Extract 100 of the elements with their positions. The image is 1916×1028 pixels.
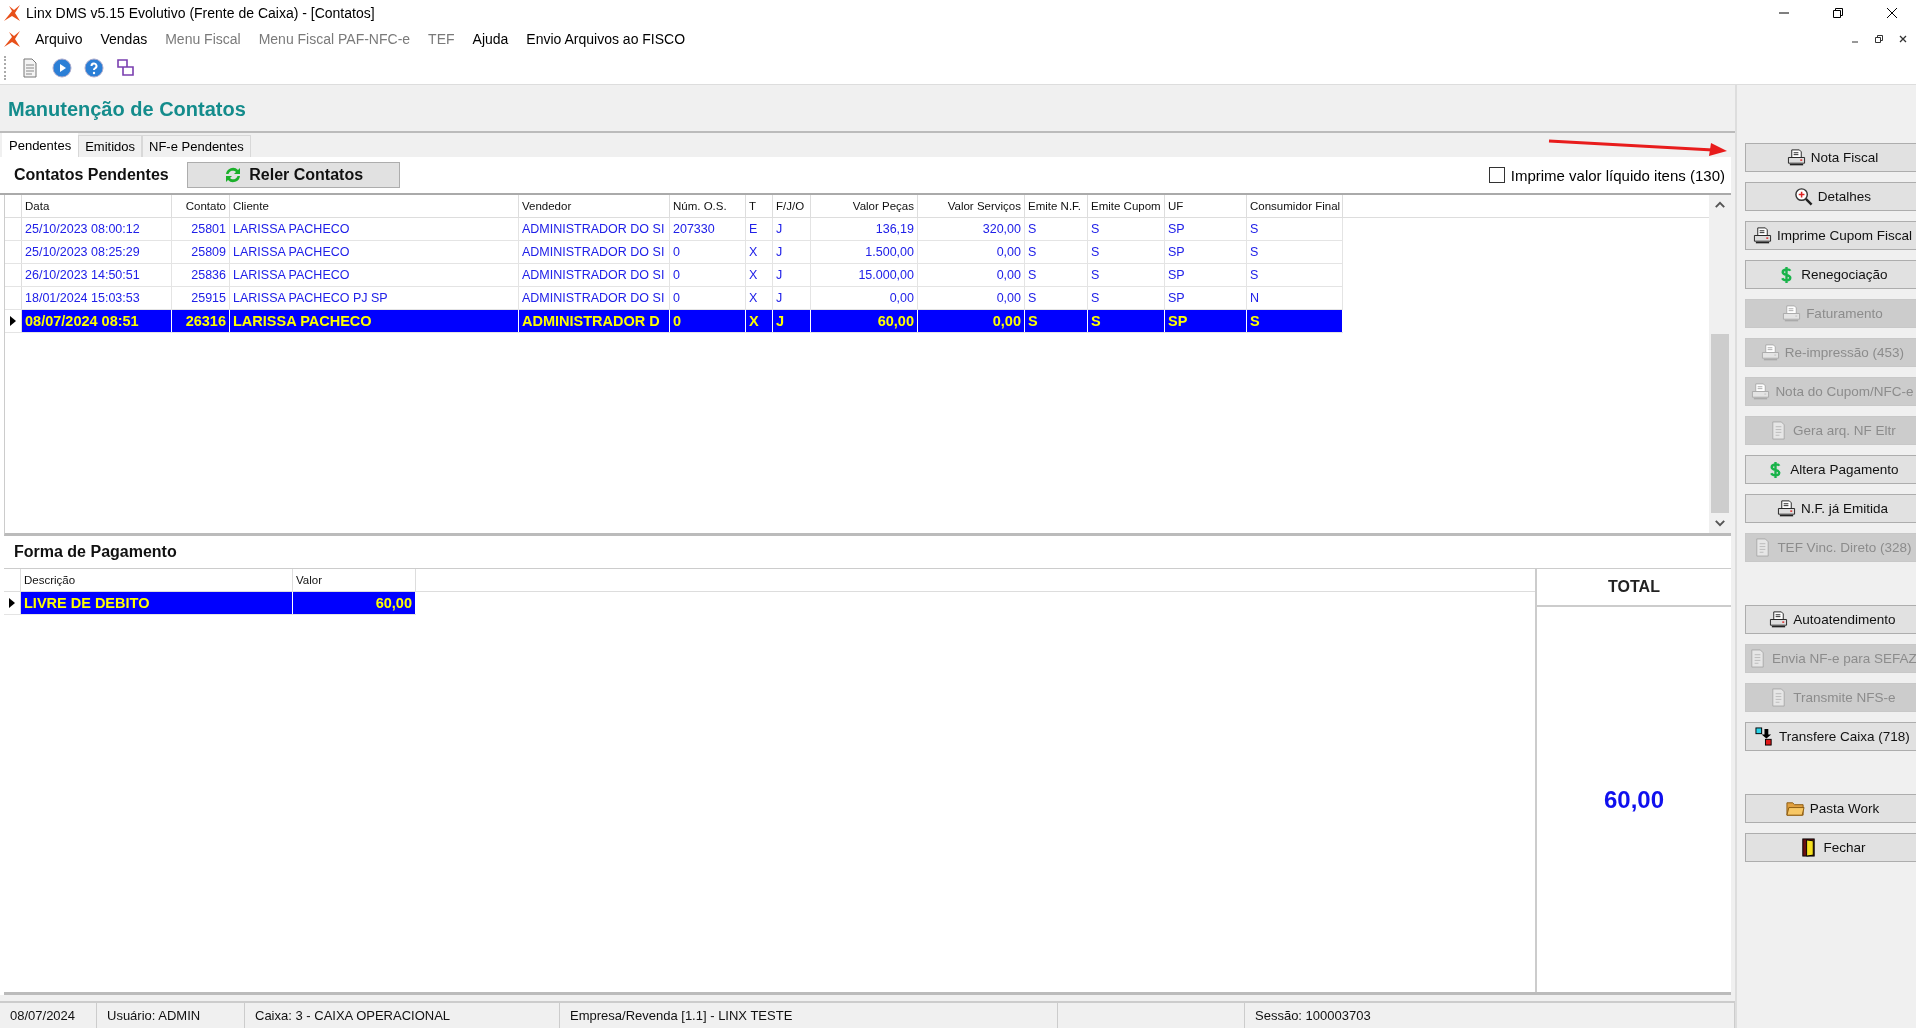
table-cell: S	[1247, 264, 1343, 286]
menu-item[interactable]: Vendas	[100, 31, 148, 47]
table-cell: 320,00	[918, 218, 1025, 240]
play-icon[interactable]	[52, 58, 72, 78]
table-cell: 25/10/2023 08:25:29	[22, 241, 172, 263]
table-cell: ADMINISTRADOR DO SI	[519, 218, 670, 240]
column-header[interactable]: Descrição	[21, 569, 293, 591]
app-logo-icon	[2, 3, 22, 23]
row-pointer-icon	[9, 598, 15, 608]
printer-icon	[1782, 304, 1802, 323]
section-title: Forma de Pagamento	[14, 543, 177, 561]
column-header[interactable]: Valor	[293, 569, 416, 591]
table-cell: J	[773, 241, 811, 263]
status-text: Usuário: ADMIN	[107, 1008, 201, 1023]
tab[interactable]: Pendentes	[2, 133, 79, 157]
table-row[interactable]: LIVRE DE DEBITO 60,00	[4, 592, 416, 615]
reload-button[interactable]: Reler Contatos	[186, 162, 400, 188]
restore-icon[interactable]	[1874, 34, 1884, 44]
column-header[interactable]: Valor Serviços	[918, 195, 1025, 217]
action-button[interactable]: Renegociação	[1745, 260, 1916, 289]
column-header[interactable]: Cliente	[230, 195, 519, 217]
section-title: Contatos Pendentes	[14, 166, 169, 184]
table-cell: LARISSA PACHECO PJ SP	[230, 287, 519, 309]
action-button[interactable]: Transfere Caixa (718)	[1745, 722, 1916, 751]
action-button[interactable]: N.F. já Emitida	[1745, 494, 1916, 523]
table-cell: 25915	[172, 287, 230, 309]
scrollbar-thumb[interactable]	[1711, 334, 1729, 513]
printer-icon	[1786, 148, 1806, 167]
table-cell: 25836	[172, 264, 230, 286]
status-text: Caixa: 3 - CAIXA OPERACIONAL	[255, 1008, 451, 1023]
table-cell: ADMINISTRADOR DO SI	[519, 287, 670, 309]
action-button[interactable]: Imprime Cupom Fiscal	[1745, 221, 1916, 250]
table-cell: ADMINISTRADOR DO SI	[519, 264, 670, 286]
table-cell: SP	[1165, 310, 1247, 332]
table-cell: S	[1088, 241, 1165, 263]
printer-icon	[1776, 499, 1796, 518]
close-icon[interactable]	[1898, 34, 1908, 44]
table-cell: X	[746, 310, 773, 332]
table-cell: 0,00	[918, 241, 1025, 263]
column-header[interactable]: Data	[22, 195, 172, 217]
checkbox-label[interactable]: Imprime valor líquido itens (130)	[1510, 166, 1725, 184]
table-cell: 0,00	[918, 287, 1025, 309]
windows-icon[interactable]	[116, 58, 136, 78]
column-header[interactable]: Valor Peças	[811, 195, 918, 217]
action-button[interactable]: Autoatendimento	[1745, 605, 1916, 634]
column-header[interactable]: Emite N.F.	[1025, 195, 1088, 217]
table-cell: 25809	[172, 241, 230, 263]
transfer-icon	[1755, 727, 1774, 746]
folder-icon	[1785, 799, 1805, 818]
table-row[interactable]: 25/10/2023 08:25:29 25809 LARISSA PACHECO ADMINISTRADOR DO SI 0 X J 1.500,00 0,00 S S SP S	[5, 241, 1343, 264]
column-header[interactable]: Consumidor Final	[1247, 195, 1343, 217]
table-row[interactable]: 25/10/2023 08:00:12 25801 LARISSA PACHECO ADMINISTRADOR DO SI 207330 E J 136,19 320,00 S S SP S	[5, 218, 1343, 241]
table-cell: S	[1247, 241, 1343, 263]
table-cell: S	[1088, 310, 1165, 332]
restore-icon[interactable]	[1832, 7, 1844, 19]
action-button[interactable]: Altera Pagamento	[1745, 455, 1916, 484]
total-label: TOTAL	[1608, 578, 1660, 596]
table-cell: LARISSA PACHECO	[230, 218, 519, 240]
table-cell: S	[1025, 241, 1088, 263]
table-row[interactable]: 08/07/2024 08:51 26316 LARISSA PACHECO ADMINISTRADOR D 0 X J 60,00 0,00 S S SP S	[5, 310, 1343, 333]
table-cell: 0,00	[918, 310, 1025, 332]
printer-icon	[1752, 226, 1772, 245]
table-row[interactable]: 26/10/2023 14:50:51 25836 LARISSA PACHECO ADMINISTRADOR DO SI 0 X J 15.000,00 0,00 S S SP S	[5, 264, 1343, 287]
table-cell: J	[773, 310, 811, 332]
checkbox[interactable]	[1488, 167, 1505, 183]
column-header[interactable]: Vendedor	[519, 195, 670, 217]
column-header[interactable]: T	[746, 195, 773, 217]
action-button[interactable]: Fechar	[1745, 833, 1916, 862]
column-header[interactable]: UF	[1165, 195, 1247, 217]
printer-icon	[1751, 382, 1771, 401]
status-text: 08/07/2024	[10, 1008, 76, 1023]
column-header[interactable]: Emite Cupom	[1088, 195, 1165, 217]
table-cell: 25/10/2023 08:00:12	[22, 218, 172, 240]
help-icon[interactable]	[84, 58, 104, 78]
table-cell: X	[746, 264, 773, 286]
table-cell: 08/07/2024 08:51	[22, 310, 172, 332]
table-cell: 0,00	[811, 287, 918, 309]
table-cell: 26/10/2023 14:50:51	[22, 264, 172, 286]
column-header[interactable]: Contato	[172, 195, 230, 217]
status-text: Empresa/Revenda [1.1] - LINX TESTE	[570, 1008, 793, 1023]
tab[interactable]: Emitidos	[78, 135, 143, 157]
menu-item[interactable]: Ajuda	[472, 31, 509, 47]
action-button[interactable]: Pasta Work	[1745, 794, 1916, 823]
table-cell: 0	[670, 310, 746, 332]
action-button[interactable]: Detalhes	[1745, 182, 1916, 211]
close-icon[interactable]	[1886, 7, 1898, 19]
table-cell: 26316	[172, 310, 230, 332]
table-cell: 15.000,00	[811, 264, 918, 286]
table-cell: LARISSA PACHECO	[230, 264, 519, 286]
table-cell: LIVRE DE DEBITO	[21, 592, 293, 614]
column-header[interactable]: Núm. O.S.	[670, 195, 746, 217]
menu-item[interactable]: Arquivo	[35, 31, 83, 47]
table-cell: 136,19	[811, 218, 918, 240]
table-cell: S	[1025, 310, 1088, 332]
menu-item[interactable]: Envio Arquivos ao FISCO	[526, 31, 686, 47]
table-cell: S	[1088, 218, 1165, 240]
column-header[interactable]: F/J/O	[773, 195, 811, 217]
tab[interactable]: NF-e Pendentes	[142, 135, 251, 157]
table-cell: 0	[670, 241, 746, 263]
action-button[interactable]: Nota Fiscal	[1745, 143, 1916, 172]
